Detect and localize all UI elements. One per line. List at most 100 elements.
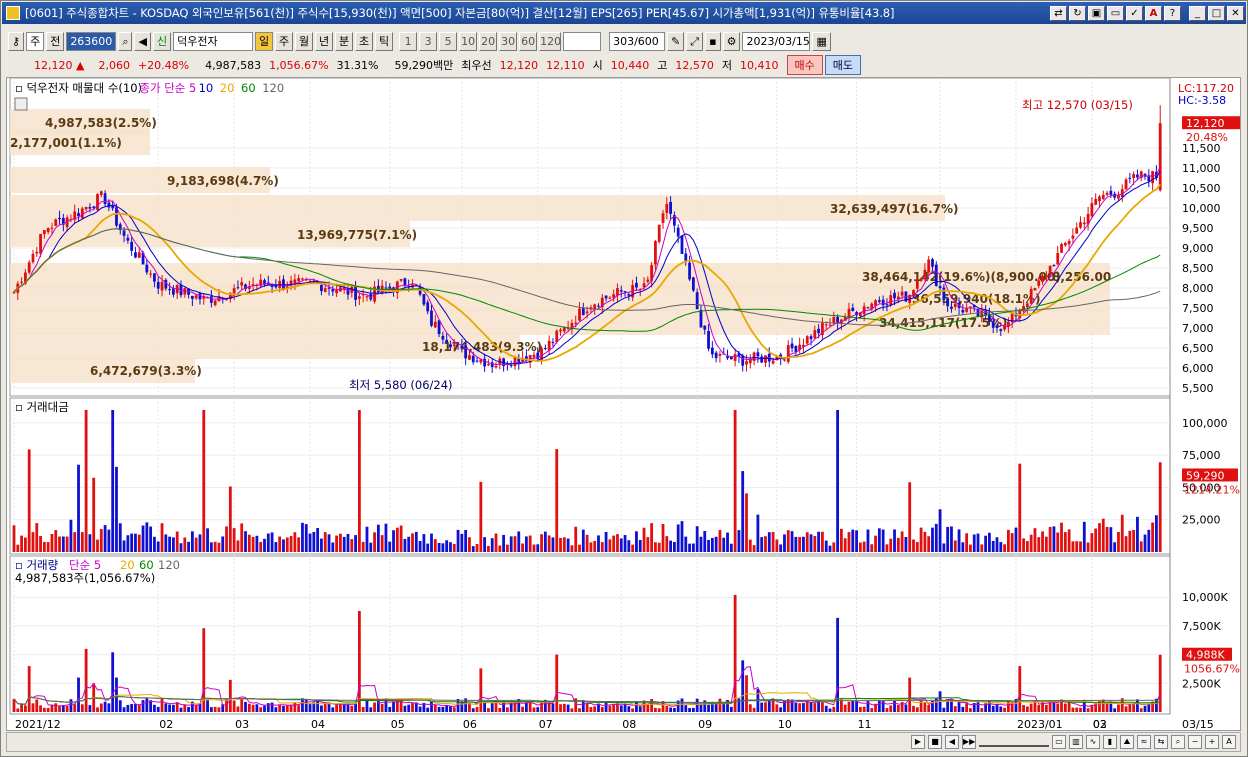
help-icon[interactable]: ? <box>1164 5 1181 21</box>
period-minute[interactable]: 분 <box>335 31 354 51</box>
volume-bar <box>779 707 783 712</box>
chart-svg[interactable]: 2021/12 02 03 04 05 06 07 08 09 10 11 12 2023/01 0203… <box>7 77 1244 731</box>
settings-icon[interactable]: ⚙ <box>722 31 741 51</box>
amount-bar <box>893 529 896 552</box>
zoom-out-icon[interactable]: − <box>1188 735 1202 749</box>
sell-button[interactable]: 매도 <box>824 55 861 75</box>
interval-20[interactable]: 20 <box>479 31 498 51</box>
zoom-in-icon[interactable]: + <box>1205 735 1219 749</box>
period-week[interactable]: 주 <box>275 31 294 51</box>
period-day[interactable]: 일 <box>255 31 274 51</box>
font-icon[interactable]: A <box>1145 5 1162 21</box>
search-icon[interactable]: ⌕ <box>118 31 133 51</box>
pin-icon[interactable]: ✓ <box>1126 5 1143 21</box>
tool-icon[interactable]: ✎ <box>667 31 685 51</box>
volume-bar <box>228 679 232 712</box>
period-tick[interactable]: 틱 <box>375 31 394 51</box>
candle <box>156 281 160 289</box>
interval-5[interactable]: 5 <box>439 31 458 51</box>
volume-bar <box>77 677 80 712</box>
next-icon[interactable]: ▶▶ <box>962 735 976 749</box>
pre-button[interactable]: 전 <box>46 31 65 51</box>
line-icon[interactable]: ⤢ <box>686 31 704 51</box>
candle-icon[interactable]: ▥ <box>1069 735 1083 749</box>
amount-bar <box>604 531 608 552</box>
period-year[interactable]: 년 <box>315 31 334 51</box>
play-icon[interactable]: ▶ <box>911 735 925 749</box>
interval-30[interactable]: 30 <box>499 31 518 51</box>
prev-icon[interactable]: ◀ <box>945 735 959 749</box>
volume-bar <box>570 708 574 712</box>
volume-bar <box>103 701 107 712</box>
save-icon[interactable]: ▪ <box>705 31 721 51</box>
wave-icon[interactable]: ≈ <box>1137 735 1151 749</box>
view-icon[interactable]: ▭ <box>1052 735 1066 749</box>
candle <box>938 286 942 289</box>
stock-code-input[interactable]: 263600 <box>66 31 117 51</box>
volume-bar <box>1147 703 1151 712</box>
maximize-button[interactable]: □ <box>1208 5 1225 21</box>
amount-bar <box>99 529 103 552</box>
volume-bar <box>39 705 42 712</box>
speaker-icon[interactable]: ◀ <box>134 31 151 51</box>
low-value: 10,410 <box>740 58 779 72</box>
mountain-icon[interactable]: ⛰ <box>1120 735 1134 749</box>
chart-area[interactable]: 2021/12 02 03 04 05 06 07 08 09 10 11 12 2023/01 02 03… <box>6 77 1244 731</box>
amount-tick: 25,000 <box>1182 514 1221 527</box>
amount-bar <box>209 542 213 552</box>
compare-icon[interactable]: ⇆ <box>1154 735 1168 749</box>
volume-bar <box>532 707 536 712</box>
lock-icon[interactable]: ⚷ <box>8 31 25 51</box>
stop-icon[interactable]: ■ <box>928 735 942 749</box>
amount-bar <box>506 544 509 552</box>
interval-10[interactable]: 10 <box>459 31 478 51</box>
count-input[interactable]: 303/600 <box>609 31 666 51</box>
candle <box>889 295 893 306</box>
bar-icon[interactable]: ▮ <box>1103 735 1117 749</box>
calendar-icon[interactable]: ▦ <box>812 31 831 51</box>
volume-bar <box>851 700 855 712</box>
amount-bar <box>285 537 289 552</box>
minimize-button[interactable]: _ <box>1189 5 1206 21</box>
period-second[interactable]: 초 <box>355 31 374 51</box>
x-label: 03 <box>235 718 249 730</box>
period-month[interactable]: 월 <box>295 31 314 51</box>
amount-bar <box>627 540 631 552</box>
link-icon[interactable]: ⇄ <box>1050 5 1067 21</box>
volume-bar <box>407 704 411 712</box>
zoom-slider[interactable] <box>979 737 1049 747</box>
stock-name[interactable]: 덕우전자 <box>173 31 254 51</box>
zoom-icon[interactable]: ⌕ <box>1171 735 1185 749</box>
price-tick: 6,000 <box>1182 362 1214 375</box>
candle <box>619 290 623 292</box>
buy-button[interactable]: 매수 <box>786 55 823 75</box>
split-icon[interactable]: ▭ <box>1107 5 1124 21</box>
amount-bar <box>536 544 540 552</box>
interval-120[interactable]: 120 <box>539 31 562 51</box>
candle <box>676 227 680 237</box>
interval-custom[interactable] <box>563 31 602 51</box>
candle <box>77 213 80 216</box>
amount-bar <box>392 530 395 552</box>
volume-bar <box>361 707 365 712</box>
interval-60[interactable]: 60 <box>519 31 538 51</box>
unit-select[interactable]: 주 <box>26 31 45 51</box>
window-icon[interactable]: ▣ <box>1088 5 1105 21</box>
font-size-icon[interactable]: A <box>1222 735 1236 749</box>
new-badge[interactable]: 신 <box>152 31 172 51</box>
amount-bar <box>103 525 107 552</box>
volume-bar <box>638 706 642 712</box>
close-button[interactable]: ✕ <box>1227 5 1244 21</box>
candle <box>771 360 775 364</box>
interval-3[interactable]: 3 <box>419 31 438 51</box>
candle <box>46 228 50 232</box>
date-input[interactable]: 2023/03/15 <box>742 31 811 51</box>
interval-1[interactable]: 1 <box>399 31 418 51</box>
refresh-icon[interactable]: ↻ <box>1069 5 1086 21</box>
line-chart-icon[interactable]: ∿ <box>1086 735 1100 749</box>
volume-bar <box>130 704 134 712</box>
amount-last-label: 59,290 <box>1186 469 1225 482</box>
amount-bar <box>528 535 532 552</box>
x-label: 2023/01 <box>1017 718 1063 730</box>
volume-panel-frame <box>9 555 1171 715</box>
